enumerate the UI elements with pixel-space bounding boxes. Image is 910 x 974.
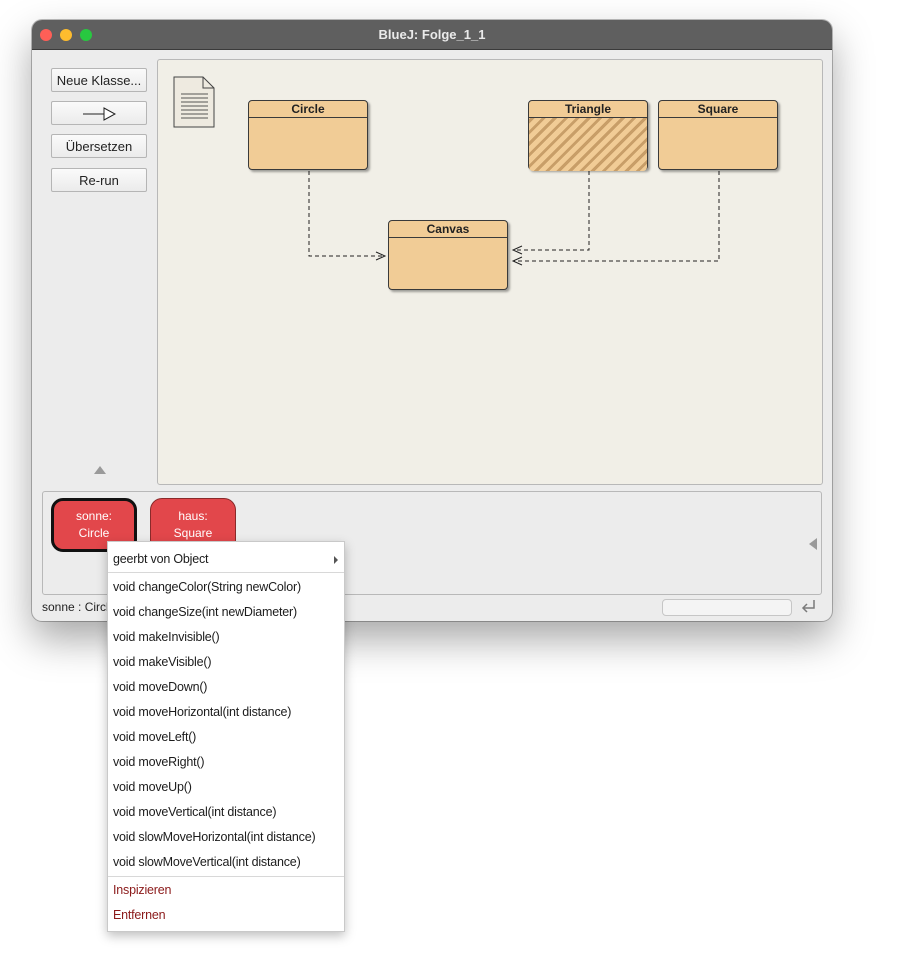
- submenu-arrow-icon: [334, 556, 338, 564]
- compile-button[interactable]: Übersetzen: [51, 134, 147, 158]
- menu-item-method[interactable]: void moveVertical(int distance): [113, 805, 277, 819]
- uncompiled-hatching: [529, 118, 647, 171]
- progress-bar: [662, 599, 792, 616]
- class-square[interactable]: Square: [658, 100, 778, 170]
- class-name: Canvas: [389, 221, 507, 238]
- class-diagram: Circle Triangle Square Canvas: [157, 59, 823, 485]
- menu-item-method[interactable]: void changeSize(int newDiameter): [113, 605, 297, 619]
- menu-item-inherited[interactable]: geerbt von Object: [113, 552, 208, 566]
- expand-triangle-icon[interactable]: [809, 538, 817, 550]
- object-context-menu: geerbt von Object void changeColor(Strin…: [107, 541, 345, 932]
- return-icon[interactable]: [799, 598, 817, 614]
- menu-item-method[interactable]: void changeColor(String newColor): [113, 580, 301, 594]
- menu-item-method[interactable]: void moveRight(): [113, 755, 204, 769]
- window-title: BlueJ: Folge_1_1: [378, 27, 486, 42]
- menu-separator: [108, 572, 344, 573]
- menu-item-method[interactable]: void makeVisible(): [113, 655, 211, 669]
- new-class-button[interactable]: Neue Klasse...: [51, 68, 147, 92]
- menu-item-method[interactable]: void moveLeft(): [113, 730, 196, 744]
- menu-item-method[interactable]: void moveDown(): [113, 680, 207, 694]
- menu-item-method[interactable]: void makeInvisible(): [113, 630, 220, 644]
- menu-item-method[interactable]: void moveUp(): [113, 780, 192, 794]
- object-type: Square: [173, 526, 213, 540]
- object-name: sonne:: [75, 509, 113, 523]
- menu-item-method[interactable]: void slowMoveVertical(int distance): [113, 855, 301, 869]
- object-name: haus:: [178, 509, 208, 523]
- menu-item-remove[interactable]: Entfernen: [113, 908, 166, 922]
- menu-item-method[interactable]: void moveHorizontal(int distance): [113, 705, 291, 719]
- class-canvas[interactable]: Canvas: [388, 220, 508, 290]
- object-type: Circle: [78, 526, 110, 540]
- new-inheritance-arrow-button[interactable]: [51, 101, 147, 125]
- menu-item-inspect[interactable]: Inspizieren: [113, 883, 171, 897]
- title-bar: BlueJ: Folge_1_1: [32, 20, 832, 50]
- inheritance-arrow-icon: [83, 107, 116, 121]
- collapse-triangle-icon[interactable]: [94, 466, 106, 474]
- menu-separator: [108, 876, 344, 877]
- bluej-window: BlueJ: Folge_1_1 Neue Klasse... Übersetz…: [32, 20, 832, 621]
- status-text: sonne : Circle: [42, 600, 116, 614]
- menu-item-method[interactable]: void slowMoveHorizontal(int distance): [113, 830, 316, 844]
- class-triangle[interactable]: Triangle: [528, 100, 648, 171]
- rerun-button[interactable]: Re-run: [51, 168, 147, 192]
- class-name: Square: [659, 101, 777, 118]
- class-circle[interactable]: Circle: [248, 100, 368, 170]
- class-name: Triangle: [529, 101, 647, 118]
- class-name: Circle: [249, 101, 367, 118]
